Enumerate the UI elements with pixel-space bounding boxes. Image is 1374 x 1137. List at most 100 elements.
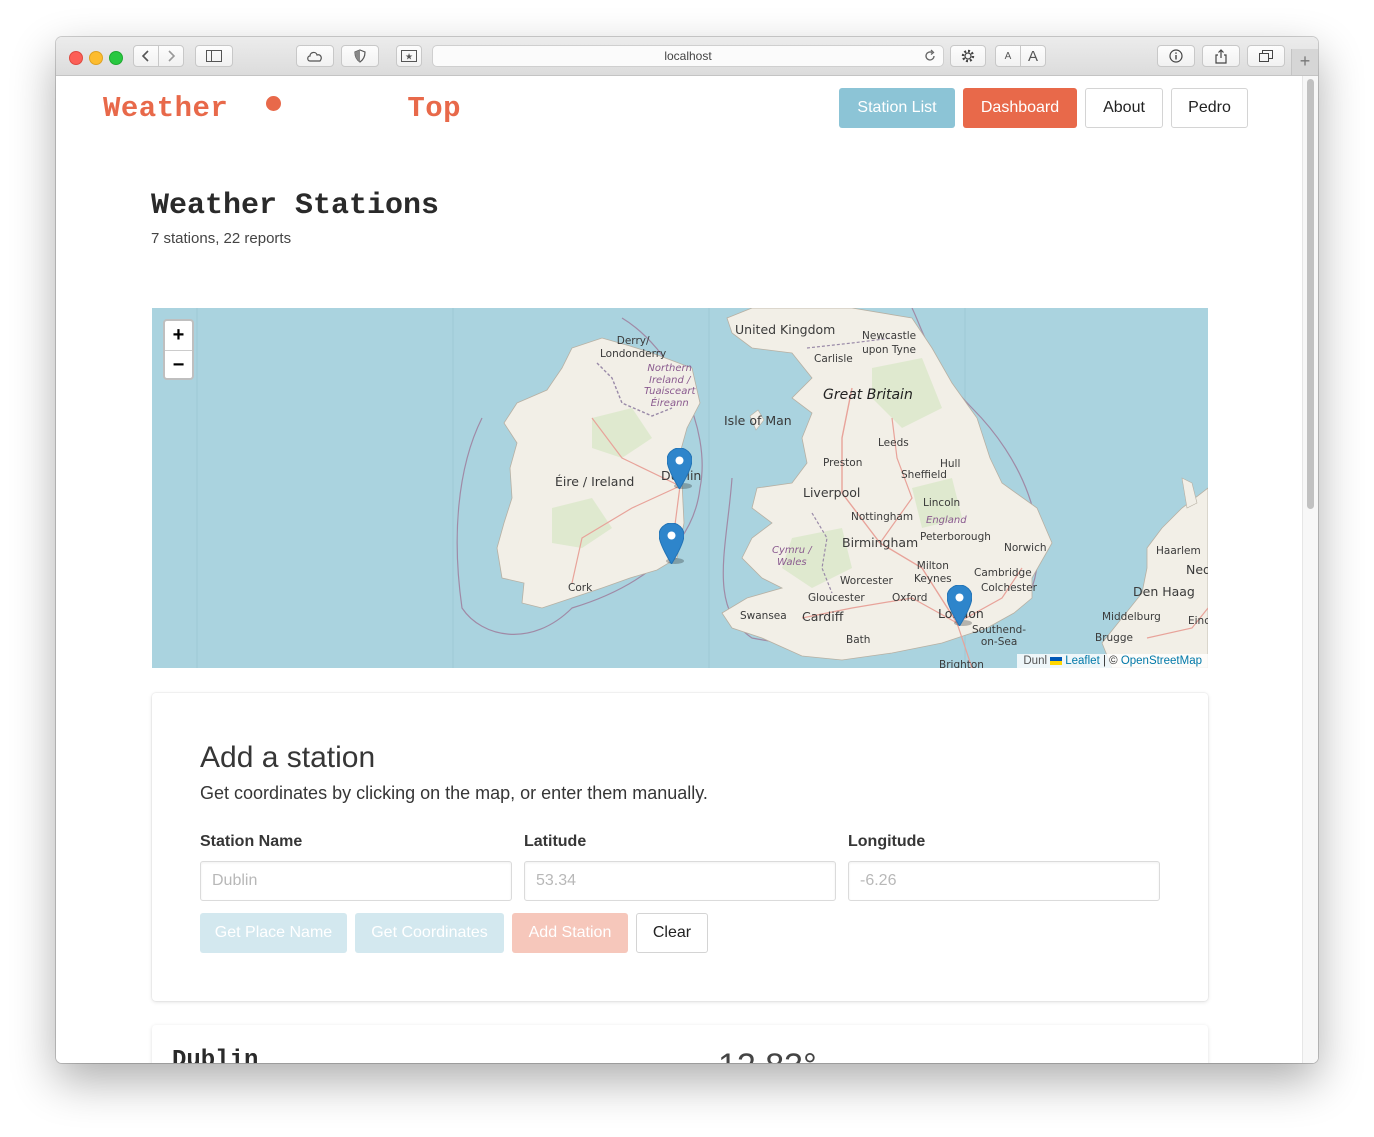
stations-map[interactable]: United Kingdom Newcastle upon Tyne Derry… xyxy=(152,308,1208,668)
map-label-southend: Southend- on-Sea xyxy=(972,624,1027,648)
share-button[interactable] xyxy=(1202,45,1240,67)
add-station-subtitle: Get coordinates by clicking on the map, … xyxy=(200,783,708,803)
latitude-input[interactable] xyxy=(524,861,836,901)
close-window-button[interactable] xyxy=(69,51,83,65)
map-label-cork: Cork xyxy=(568,582,593,594)
share-icon xyxy=(1215,48,1227,64)
station-name-input[interactable] xyxy=(200,861,512,901)
map-label-liverpool: Liverpool xyxy=(803,485,861,500)
smaller-text-button[interactable]: A xyxy=(995,45,1021,67)
longitude-input[interactable] xyxy=(848,861,1160,901)
larger-text-button[interactable]: A xyxy=(1020,45,1046,67)
map-label-peterborough: Peterborough xyxy=(920,531,991,543)
map-label-worcester: Worcester xyxy=(840,575,893,587)
bookmark-button[interactable]: ★ xyxy=(396,45,422,67)
page-title: Weather Stations xyxy=(151,189,440,223)
add-station-card: Add a station Get coordinates by clickin… xyxy=(152,693,1208,1001)
icloud-tabs-button[interactable] xyxy=(296,45,334,67)
station-marker-wicklow[interactable] xyxy=(659,523,684,564)
latitude-label: Latitude xyxy=(524,833,587,850)
browser-window: ★ localhost A A + Weather Top Station Li… xyxy=(56,37,1318,1063)
sidebar-toggle-button[interactable] xyxy=(195,45,233,67)
reload-icon[interactable] xyxy=(923,49,937,63)
svg-text:★: ★ xyxy=(405,52,413,62)
chevron-right-icon xyxy=(168,50,176,62)
map-label-sheffield: Sheffield xyxy=(901,469,947,481)
map-label-england: England xyxy=(926,515,967,526)
map-label-eire: Éire / Ireland xyxy=(555,474,635,489)
settings-button[interactable] xyxy=(950,45,986,67)
scrollbar-thumb[interactable] xyxy=(1307,79,1314,509)
brand-left-text: Weather xyxy=(103,92,229,125)
map-zoom-control: + − xyxy=(163,319,194,380)
address-bar[interactable]: localhost xyxy=(432,45,944,67)
station-list-button[interactable]: Station List xyxy=(839,88,955,128)
gear-icon xyxy=(961,49,975,63)
map-label-cardiff: Cardiff xyxy=(802,609,844,624)
map-attribution: Dunl Leaflet | © OpenStreetMap xyxy=(1017,654,1208,668)
openstreetmap-link[interactable]: OpenStreetMap xyxy=(1121,655,1202,667)
map-label-hull: Hull xyxy=(940,458,961,470)
page-viewport: Weather Top Station List Dashboard About… xyxy=(56,76,1318,1063)
back-button[interactable] xyxy=(133,45,159,67)
add-station-title: Add a station xyxy=(200,741,376,774)
map-label-isle-of-man: Isle of Man xyxy=(724,413,792,428)
station-card[interactable]: Dublin 12.83° xyxy=(152,1025,1208,1063)
map-label-preston: Preston xyxy=(823,457,863,469)
zoom-window-button[interactable] xyxy=(109,51,123,65)
browser-toolbar: ★ localhost A A + xyxy=(56,37,1318,76)
page-scrollbar[interactable] xyxy=(1302,76,1318,1063)
url-text: localhost xyxy=(664,49,712,63)
minimize-window-button[interactable] xyxy=(89,51,103,65)
clear-button[interactable]: Clear xyxy=(636,913,708,953)
zoom-in-button[interactable]: + xyxy=(165,321,192,351)
map-label-haarlem: Haarlem xyxy=(1156,545,1201,557)
chevron-left-icon xyxy=(141,50,149,62)
tabs-icon xyxy=(1259,50,1273,62)
attribution-prefix: Dunl xyxy=(1023,655,1048,667)
map-label-northern-ireland: Northern Ireland / Tuaisceart Éireann xyxy=(644,363,696,409)
add-station-button[interactable]: Add Station xyxy=(512,913,628,953)
map-label-lincoln: Lincoln xyxy=(923,497,961,509)
forward-button[interactable] xyxy=(158,45,184,67)
map-label-nottingham: Nottingham xyxy=(851,511,914,523)
dashboard-button[interactable]: Dashboard xyxy=(963,88,1077,128)
map-label-cymru: Cymru / Wales xyxy=(772,545,812,568)
map-label-norwich: Norwich xyxy=(1004,542,1047,554)
map-label-leeds: Leeds xyxy=(878,437,909,449)
brand-right-text: Top xyxy=(407,92,462,125)
font-large-label: A xyxy=(1027,47,1038,65)
info-button[interactable] xyxy=(1157,45,1195,67)
station-marker-london[interactable] xyxy=(947,585,972,626)
privacy-report-button[interactable] xyxy=(341,45,379,67)
about-button[interactable]: About xyxy=(1085,88,1163,128)
map-label-carlisle: Carlisle xyxy=(814,353,853,365)
tab-overview-button[interactable] xyxy=(1247,45,1285,67)
shield-icon xyxy=(354,49,366,63)
station-marker-dublin[interactable] xyxy=(667,448,692,489)
page-subtitle: 7 stations, 22 reports xyxy=(151,230,292,247)
brand-logo[interactable]: Weather Top xyxy=(103,92,461,125)
cloud-icon xyxy=(307,51,322,62)
map-label-great-britain: Great Britain xyxy=(823,387,913,403)
map-label-colchester: Colchester xyxy=(981,582,1037,594)
map-label-milton-keynes: Milton Keynes xyxy=(914,560,952,585)
station-card-temperature: 12.83° xyxy=(718,1047,817,1063)
map-label-middelburg: Middelburg xyxy=(1102,611,1161,623)
map-label-derry: Derry/ Londonderry xyxy=(600,335,667,360)
zoom-out-button[interactable]: − xyxy=(165,351,192,378)
map-label-united-kingdom: United Kingdom xyxy=(735,322,836,337)
map-label-den-haag: Den Haag xyxy=(1133,584,1195,599)
new-tab-button[interactable]: + xyxy=(1291,49,1318,75)
map-label-oxford: Oxford xyxy=(892,592,928,604)
get-coordinates-button[interactable]: Get Coordinates xyxy=(355,913,504,953)
station-name-label: Station Name xyxy=(200,833,303,850)
map-label-cambridge: Cambridge xyxy=(974,567,1032,579)
map-label-brighton: Brighton xyxy=(939,659,984,668)
map-label-bath: Bath xyxy=(846,634,871,646)
bookmark-star-icon: ★ xyxy=(401,50,417,62)
leaflet-link[interactable]: Leaflet xyxy=(1065,655,1100,667)
get-place-name-button[interactable]: Get Place Name xyxy=(200,913,347,953)
attribution-separator: | © xyxy=(1099,655,1121,667)
user-button[interactable]: Pedro xyxy=(1171,88,1248,128)
